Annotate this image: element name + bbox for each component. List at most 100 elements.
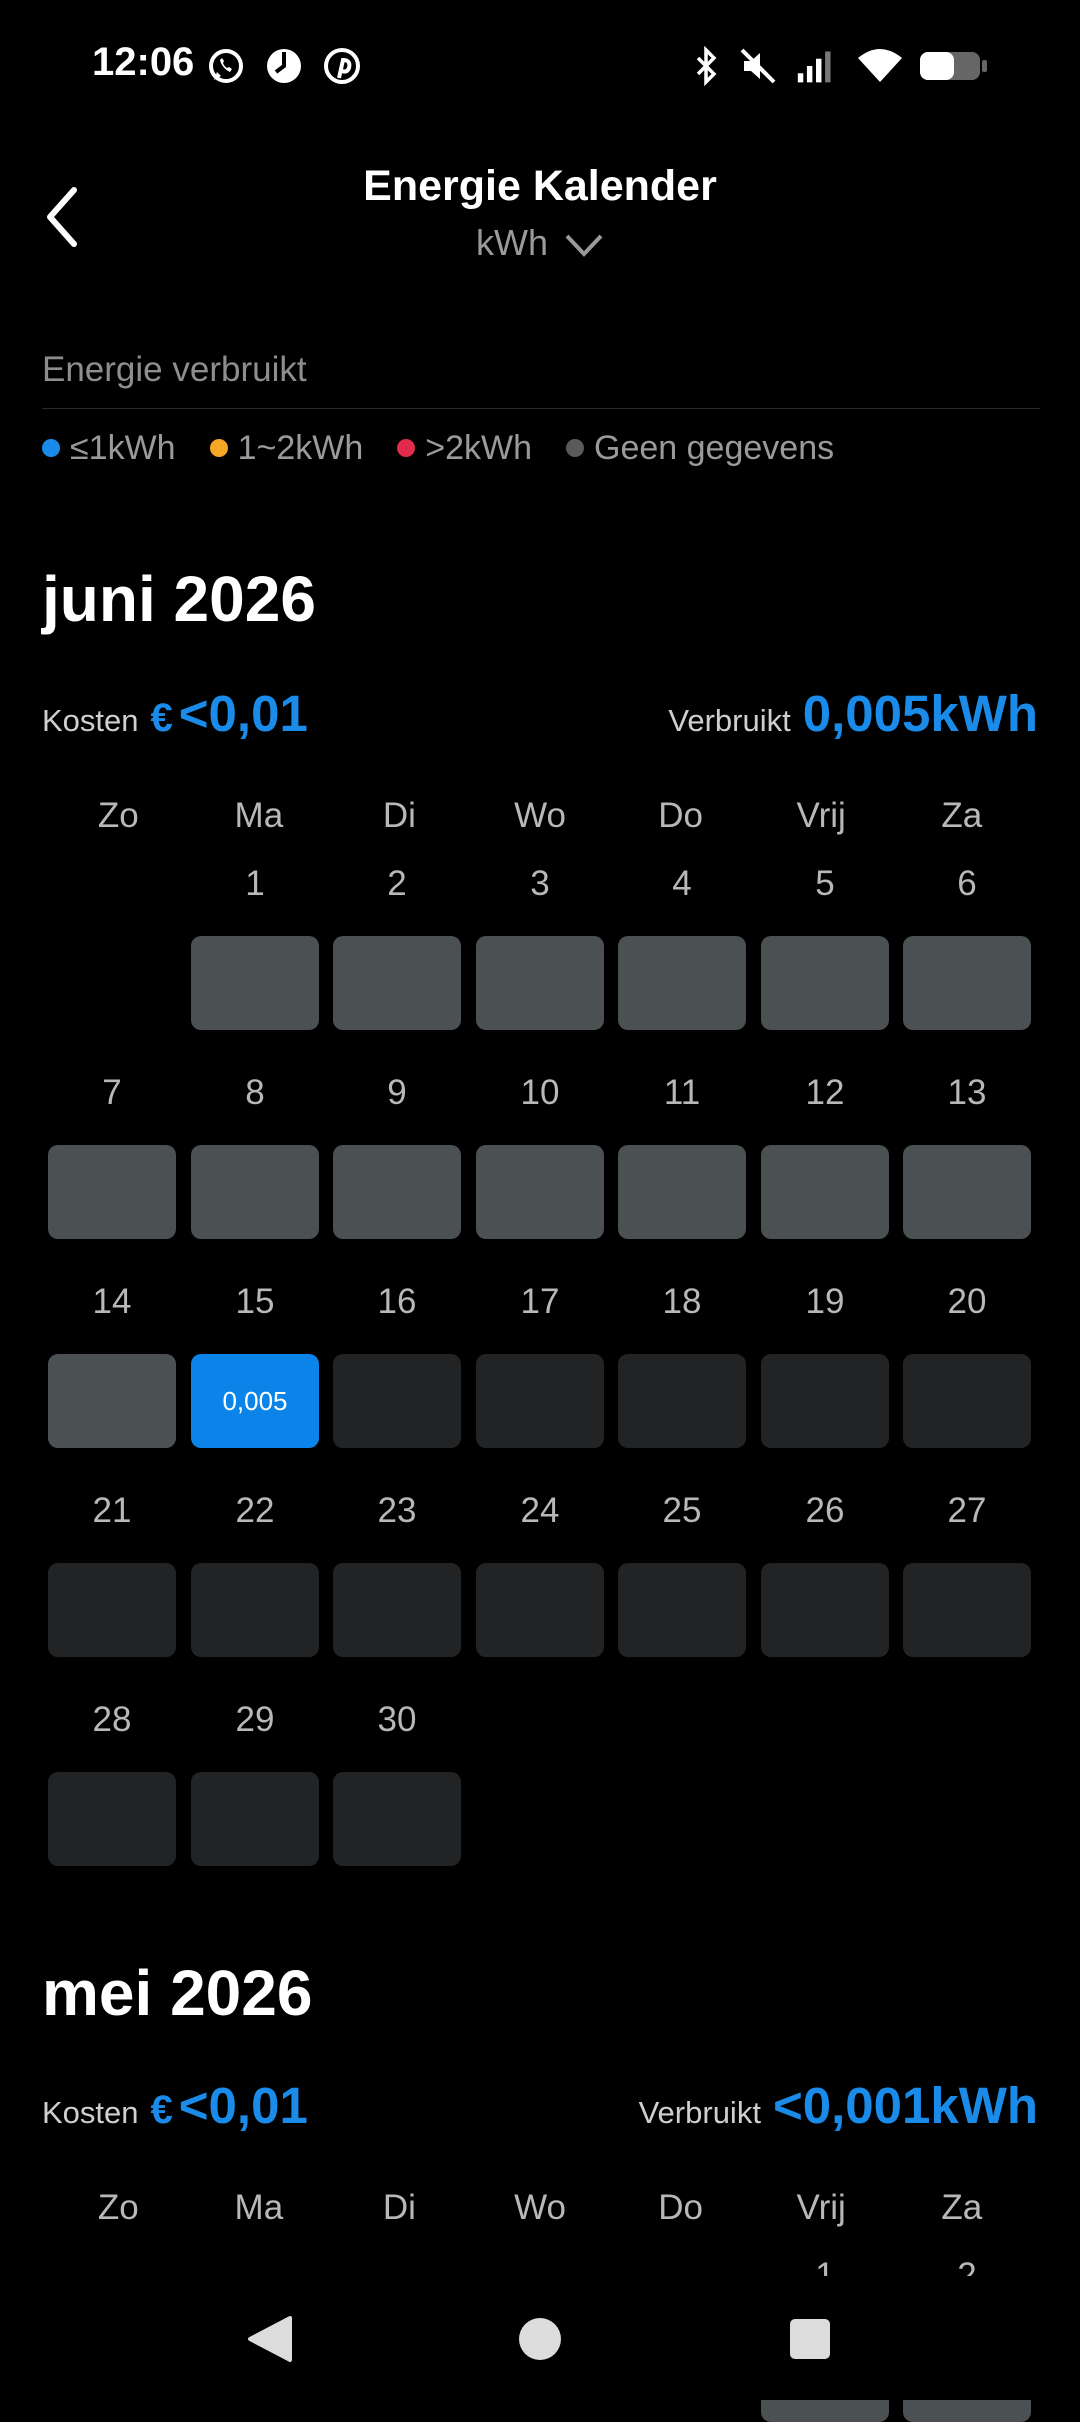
day-cell[interactable]: [618, 1563, 746, 1657]
day-number: 10: [520, 1073, 560, 1112]
calendar-day-22[interactable]: 22: [191, 1491, 319, 1657]
calendar-day-4[interactable]: 4: [618, 864, 746, 1030]
calendar-day-24[interactable]: 24: [476, 1491, 604, 1657]
weekday-label: Vrij: [796, 2188, 846, 2227]
weekday-label: Zo: [97, 796, 139, 835]
weekday-label: Ma: [234, 796, 284, 835]
day-number: 4: [672, 864, 692, 903]
day-cell[interactable]: [333, 1145, 461, 1239]
calendar-day-1[interactable]: 1: [191, 864, 319, 1030]
weekday-label: Di: [382, 2188, 416, 2227]
legend: ≤1kWh 1~2kWh >2kWh Geen gegevens: [42, 428, 868, 468]
day-cell[interactable]: [476, 1563, 604, 1657]
day-cell[interactable]: [333, 1772, 461, 1866]
day-cell[interactable]: [48, 1354, 176, 1448]
day-cell[interactable]: [761, 1563, 889, 1657]
calendar-day-27[interactable]: 27: [903, 1491, 1031, 1657]
day-cell[interactable]: 0,005: [191, 1354, 319, 1448]
unit-selector[interactable]: kWh: [0, 222, 1080, 264]
day-number: 25: [662, 1491, 702, 1530]
day-cell[interactable]: [191, 1563, 319, 1657]
cost-value: <0,01: [178, 685, 308, 742]
cost-value: <0,01: [178, 2077, 308, 2134]
calendar-day-26[interactable]: 26: [761, 1491, 889, 1657]
day-cell[interactable]: [761, 936, 889, 1030]
calendar-day-29[interactable]: 29: [191, 1700, 319, 1866]
day-cell[interactable]: [191, 936, 319, 1030]
day-cell[interactable]: [191, 1772, 319, 1866]
day-cell[interactable]: [48, 1772, 176, 1866]
day-cell[interactable]: [903, 1563, 1031, 1657]
day-cell[interactable]: [333, 1354, 461, 1448]
calendar-day-21[interactable]: 21: [48, 1491, 176, 1657]
day-cell[interactable]: [333, 1563, 461, 1657]
recents-nav-icon[interactable]: [786, 2314, 834, 2364]
calendar-day-3[interactable]: 3: [476, 864, 604, 1030]
day-number: 15: [235, 1282, 275, 1321]
legend-item-low: ≤1kWh: [42, 429, 176, 468]
calendar-day-10[interactable]: 10: [476, 1073, 604, 1239]
day-cell[interactable]: [761, 1354, 889, 1448]
calendar-day-7[interactable]: 7: [48, 1073, 176, 1239]
home-nav-icon[interactable]: [516, 2314, 564, 2364]
unit-label: kWh: [475, 222, 548, 263]
legend-item-nodata: Geen gegevens: [566, 429, 834, 468]
day-number: 7: [102, 1073, 122, 1112]
day-cell[interactable]: [903, 1145, 1031, 1239]
day-cell[interactable]: [191, 1145, 319, 1239]
day-cell[interactable]: [476, 1354, 604, 1448]
day-cell[interactable]: [761, 1145, 889, 1239]
calendar-day-23[interactable]: 23: [333, 1491, 461, 1657]
legend-label: ≤1kWh: [70, 428, 176, 467]
calendar-day-8[interactable]: 8: [191, 1073, 319, 1239]
calendar-day-2[interactable]: 2: [333, 864, 461, 1030]
day-cell[interactable]: [618, 936, 746, 1030]
day-cell[interactable]: [903, 1354, 1031, 1448]
calendar-day-19[interactable]: 19: [761, 1282, 889, 1448]
calendar-day-6[interactable]: 6: [903, 864, 1031, 1030]
day-cell[interactable]: [476, 936, 604, 1030]
day-number: 28: [92, 1700, 132, 1739]
calendar-day-16[interactable]: 16: [333, 1282, 461, 1448]
day-number: 24: [520, 1491, 560, 1530]
cost-label: Kosten: [42, 2095, 139, 2130]
legend-label: 1~2kWh: [237, 428, 364, 467]
day-number: 27: [947, 1491, 987, 1530]
day-cell[interactable]: [618, 1354, 746, 1448]
back-nav-icon[interactable]: [246, 2314, 294, 2364]
calendar-day-25[interactable]: 25: [618, 1491, 746, 1657]
day-cell[interactable]: [903, 936, 1031, 1030]
day-cell[interactable]: [476, 1145, 604, 1239]
day-number: 23: [377, 1491, 417, 1530]
weekday-label: Vrij: [796, 796, 846, 835]
day-number: 26: [805, 1491, 845, 1530]
month-title: juni 2026: [42, 563, 316, 635]
weekday-label: Za: [941, 796, 983, 835]
calendar-day-17[interactable]: 17: [476, 1282, 604, 1448]
calendar-day-11[interactable]: 11: [618, 1073, 746, 1239]
calendar-day-14[interactable]: 14: [48, 1282, 176, 1448]
calendar-day-5[interactable]: 5: [761, 864, 889, 1030]
calendar-day-12[interactable]: 12: [761, 1073, 889, 1239]
day-cell[interactable]: [48, 1563, 176, 1657]
day-cell[interactable]: [333, 936, 461, 1030]
calendar-day-20[interactable]: 20: [903, 1282, 1031, 1448]
day-cell[interactable]: [48, 1145, 176, 1239]
month-usage: Verbruikt 0,005kWh: [668, 684, 1038, 743]
month-usage: Verbruikt <0,001kWh: [639, 2076, 1038, 2135]
weekday-label: Do: [658, 796, 703, 835]
system-nav-bar: [0, 2276, 1080, 2400]
day-number: 22: [235, 1491, 275, 1530]
day-cell[interactable]: [618, 1145, 746, 1239]
weekday-label: Di: [382, 796, 416, 835]
calendar-day-18[interactable]: 18: [618, 1282, 746, 1448]
usage-label: Verbruikt: [668, 703, 791, 738]
weekday-label: Zo: [97, 2188, 139, 2227]
calendar-day-30[interactable]: 30: [333, 1700, 461, 1866]
day-number: 12: [805, 1073, 845, 1112]
calendar-day-13[interactable]: 13: [903, 1073, 1031, 1239]
calendar-day-28[interactable]: 28: [48, 1700, 176, 1866]
legend-label: Geen gegevens: [594, 428, 835, 467]
calendar-day-15[interactable]: 15 0,005: [191, 1282, 319, 1448]
calendar-day-9[interactable]: 9: [333, 1073, 461, 1239]
